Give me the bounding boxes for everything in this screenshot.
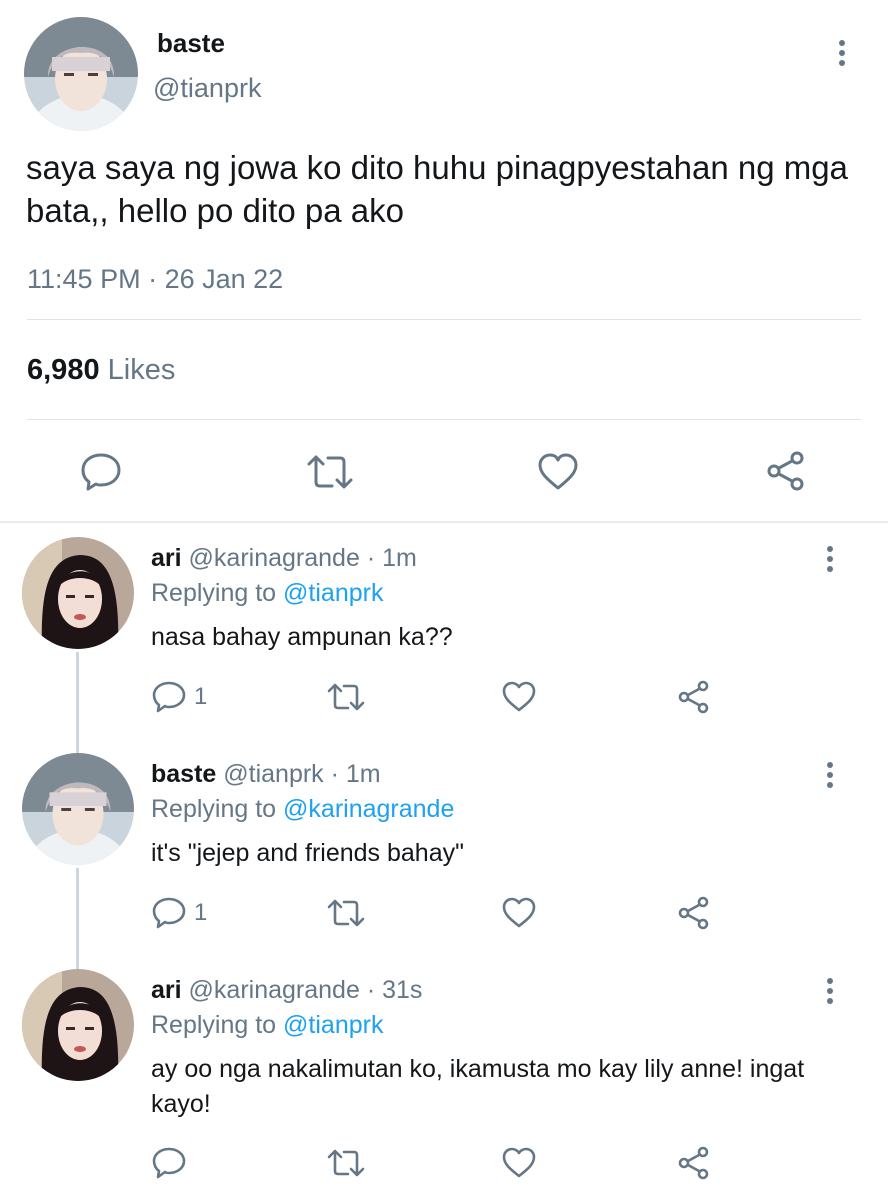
reply-icon [152,681,186,713]
avatar-baste[interactable] [24,17,138,131]
share-button[interactable] [677,1146,711,1180]
divider [27,319,861,320]
likes-stat[interactable]: 6,980 Likes [27,354,175,387]
retweet-button[interactable] [305,452,355,492]
replying-label: Replying to [151,1011,277,1039]
tweet-date: 26 Jan 22 [164,264,284,294]
reply-icon [152,897,186,929]
retweet-button[interactable] [326,1147,366,1179]
reply-author-handle[interactable]: @tianprk [223,760,323,788]
heart-icon [502,1147,536,1178]
share-icon [678,896,709,930]
reply-button[interactable] [152,1147,186,1179]
share-button[interactable] [677,896,711,930]
retweet-icon [307,455,353,489]
reply-header: ari @karinagrande · 31s [151,976,422,1005]
more-vertical-icon[interactable] [822,978,838,1004]
likes-count: 6,980 [27,354,100,386]
share-icon [678,680,709,714]
replying-to: Replying to @tianprk [151,1011,383,1040]
reply-button[interactable]: 1 [152,897,207,929]
tweet-date-separator: · [140,264,165,294]
main-tweet: baste @tianprk saya saya ng jowa ko dito… [0,0,888,522]
replying-to: Replying to @karinagrande [151,795,454,824]
reply-time: · 1m [359,544,417,572]
reply-header: ari @karinagrande · 1m [151,544,417,573]
like-button[interactable] [502,897,536,929]
avatar-baste[interactable] [22,753,134,865]
more-vertical-icon[interactable] [834,40,850,66]
share-icon [767,451,804,491]
reply-button[interactable]: 1 [152,681,207,713]
reply-author-handle[interactable]: @karinagrande [189,976,360,1004]
retweet-button[interactable] [326,681,366,713]
reply-count: 1 [194,683,208,710]
reply-time: · 1m [323,760,381,788]
more-vertical-icon[interactable] [822,546,838,572]
share-icon [678,1146,709,1180]
avatar-ari[interactable] [22,537,134,649]
reply-tweet[interactable]: baste @tianprk · 1m Replying to @karinag… [0,738,888,954]
reply-tweet[interactable]: ari @karinagrande · 1m Replying to @tian… [0,522,888,738]
likes-label: Likes [107,354,176,386]
replying-to: Replying to @tianprk [151,579,383,608]
like-button[interactable] [502,681,536,713]
like-button[interactable] [537,452,579,492]
reply-time: · 31s [359,976,423,1004]
reply-author-name[interactable]: ari [151,544,182,572]
reply-header: baste @tianprk · 1m [151,760,381,789]
replying-to-link[interactable]: @tianprk [283,579,383,607]
tweet-timestamp[interactable]: 11:45 PM · 26 Jan 22 [27,264,283,295]
retweet-button[interactable] [326,897,366,929]
heart-icon [538,453,578,490]
heart-icon [502,897,536,928]
tweet-time: 11:45 PM [27,264,141,294]
retweet-icon [327,1149,365,1177]
more-vertical-icon[interactable] [822,762,838,788]
reply-text: nasa bahay ampunan ka?? [151,623,453,651]
share-button[interactable] [765,450,807,492]
divider [27,419,861,420]
replying-to-link[interactable]: @karinagrande [283,795,454,823]
reply-icon [81,453,121,491]
reply-author-name[interactable]: baste [151,760,216,788]
share-button[interactable] [677,680,711,714]
author-handle[interactable]: @tianprk [153,73,261,104]
retweet-icon [327,899,365,927]
replying-to-link[interactable]: @tianprk [283,1011,383,1039]
reply-text: it's "jejep and friends bahay" [151,839,464,867]
reply-button[interactable] [80,452,122,492]
reply-tweet[interactable]: ari @karinagrande · 31s Replying to @tia… [0,954,888,1200]
retweet-icon [327,683,365,711]
tweet-text: saya saya ng jowa ko dito huhu pinagpyes… [26,149,848,229]
like-button[interactable] [502,1147,536,1179]
reply-author-handle[interactable]: @karinagrande [189,544,360,572]
avatar-ari[interactable] [22,969,134,1081]
replying-label: Replying to [151,795,277,823]
reply-text: ay oo nga nakalimutan ko, ikamusta mo ka… [151,1055,805,1118]
reply-author-name[interactable]: ari [151,976,182,1004]
replying-label: Replying to [151,579,277,607]
heart-icon [502,681,536,712]
author-name[interactable]: baste [157,28,225,59]
reply-icon [152,1147,186,1179]
reply-count: 1 [194,899,208,926]
